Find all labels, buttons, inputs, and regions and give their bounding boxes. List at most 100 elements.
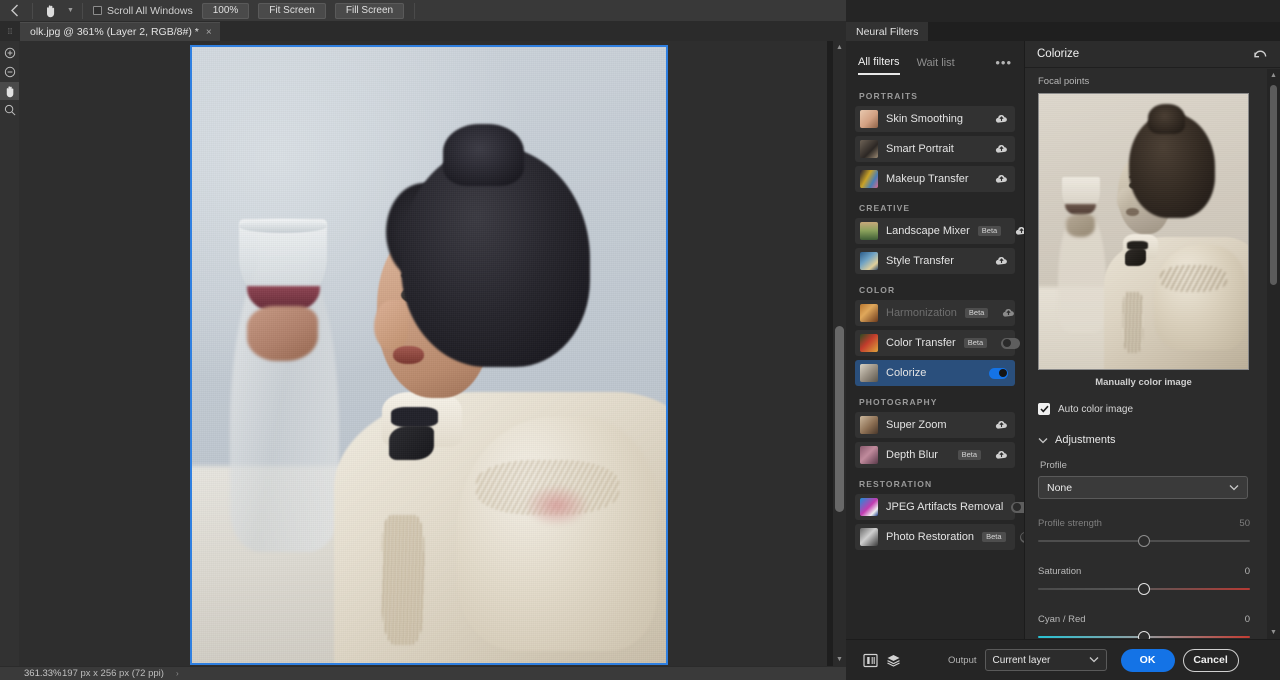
slider-track[interactable]	[1038, 583, 1250, 595]
slider-saturation[interactable]: Saturation 0	[1038, 566, 1250, 595]
filter-item-harmonization[interactable]: Harmonization Beta	[855, 300, 1015, 326]
filter-item-control[interactable]	[995, 113, 1008, 125]
filter-item-control[interactable]	[995, 449, 1008, 461]
beta-badge: Beta	[977, 225, 1002, 237]
photo-hat	[443, 124, 524, 186]
filter-toggle-switch[interactable]	[989, 367, 1008, 379]
filter-thumbnail-icon	[860, 446, 878, 464]
fit-screen-button[interactable]: Fit Screen	[258, 2, 326, 19]
ok-button[interactable]: OK	[1120, 648, 1175, 672]
photo-pink-accent	[523, 484, 591, 528]
tab-all-filters[interactable]: All filters	[858, 56, 900, 75]
zoom-level[interactable]: 361.33%	[0, 668, 62, 679]
reset-icon[interactable]	[1253, 48, 1268, 61]
back-button[interactable]	[0, 0, 28, 22]
download-cloud-icon[interactable]	[1002, 307, 1015, 319]
panel-tab-neural-filters[interactable]: Neural Filters	[846, 22, 929, 41]
document-tab-bar: ⁞⁞ olk.jpg @ 361% (Layer 2, RGB/8#) * ×	[0, 22, 846, 41]
split-preview-icon[interactable]	[858, 649, 882, 671]
download-cloud-icon[interactable]	[995, 143, 1008, 155]
profile-select[interactable]: None	[1038, 476, 1248, 499]
slider-track[interactable]	[1038, 535, 1250, 547]
scroll-up-icon[interactable]: ▲	[1267, 69, 1280, 82]
slider-value: 0	[1244, 566, 1250, 577]
canvas-area[interactable]	[19, 41, 827, 666]
scroll-down-icon[interactable]: ▼	[1267, 626, 1280, 639]
download-cloud-icon[interactable]	[995, 173, 1008, 185]
magnifier-tool-icon[interactable]	[0, 101, 19, 119]
filter-item-control[interactable]	[1001, 337, 1021, 349]
tab-wait-list[interactable]: Wait list	[917, 57, 955, 74]
adjustments-section-toggle[interactable]: Adjustments	[1038, 434, 1255, 446]
filter-item-super-zoom[interactable]: Super Zoom	[855, 412, 1015, 438]
scroll-all-windows-checkbox[interactable]: Scroll All Windows	[92, 5, 193, 17]
status-expand-icon[interactable]: ›	[164, 669, 179, 678]
hand-tool-icon[interactable]	[0, 82, 19, 100]
filter-item-skin-smoothing[interactable]: Skin Smoothing	[855, 106, 1015, 132]
focal-points-label: Focal points	[1038, 76, 1090, 87]
download-cloud-icon[interactable]	[995, 113, 1008, 125]
filter-item-smart-portrait[interactable]: Smart Portrait	[855, 136, 1015, 162]
properties-vertical-scrollbar[interactable]: ▲ ▼	[1267, 69, 1280, 639]
scroll-up-icon[interactable]: ▲	[833, 41, 846, 54]
canvas-vertical-scrollbar[interactable]: ▲ ▼	[833, 41, 846, 666]
filter-toggle-switch[interactable]	[1001, 337, 1021, 349]
download-cloud-icon[interactable]	[995, 255, 1008, 267]
filter-item-label: Skin Smoothing	[886, 113, 964, 125]
filter-item-control[interactable]	[995, 143, 1008, 155]
filter-item-control[interactable]	[995, 419, 1008, 431]
hand-tool-icon[interactable]	[37, 0, 63, 22]
slider-handle[interactable]	[1138, 535, 1150, 547]
filter-list-tabs: All filters Wait list •••	[846, 41, 1024, 76]
filter-thumbnail-icon	[860, 110, 878, 128]
focal-points-preview[interactable]	[1038, 93, 1249, 370]
filter-item-label: Harmonization	[886, 307, 957, 319]
close-icon[interactable]: ×	[206, 27, 212, 38]
divider	[414, 2, 416, 19]
slider-handle[interactable]	[1138, 631, 1150, 639]
auto-color-image-checkbox[interactable]: Auto color image	[1038, 403, 1255, 415]
slider-value: 50	[1239, 518, 1250, 529]
slider-cyan-red[interactable]: Cyan / Red 0	[1038, 614, 1250, 639]
zoom-out-tool-icon[interactable]	[0, 63, 19, 81]
slider-label: Cyan / Red	[1038, 614, 1086, 625]
tool-preset-chevron-down-icon[interactable]: ▼	[63, 7, 78, 14]
filter-item-control[interactable]	[995, 255, 1008, 267]
filter-thumbnail-icon	[860, 170, 878, 188]
filter-item-makeup-transfer[interactable]: Makeup Transfer	[855, 166, 1015, 192]
filter-group-heading: COLOR	[859, 285, 896, 295]
panel-options-icon[interactable]: •••	[995, 55, 1012, 76]
filter-item-control[interactable]	[995, 173, 1008, 185]
colorize-properties-column: Colorize Focal points Manually color ima…	[1024, 41, 1280, 639]
slider-track[interactable]	[1038, 631, 1250, 639]
properties-vscroll-thumb[interactable]	[1270, 85, 1277, 285]
slider-profile-strength[interactable]: Profile strength 50	[1038, 518, 1250, 547]
adjustments-label: Adjustments	[1055, 434, 1116, 446]
filter-item-control[interactable]	[989, 367, 1008, 379]
filter-item-colorize[interactable]: Colorize	[855, 360, 1015, 386]
preview-caption: Manually color image	[1095, 377, 1192, 388]
zoom-in-tool-icon[interactable]	[0, 44, 19, 62]
canvas-vscroll-thumb[interactable]	[835, 326, 844, 512]
filter-item-landscape-mixer[interactable]: Landscape Mixer Beta	[855, 218, 1028, 244]
scroll-down-icon[interactable]: ▼	[833, 653, 846, 666]
divider	[32, 2, 33, 19]
layers-icon[interactable]	[882, 649, 906, 671]
download-cloud-icon[interactable]	[995, 449, 1008, 461]
filter-item-color-transfer[interactable]: Color Transfer Beta	[855, 330, 1021, 356]
filter-item-jpeg-artifacts-removal[interactable]: JPEG Artifacts Removal	[855, 494, 1031, 520]
download-cloud-icon[interactable]	[995, 419, 1008, 431]
neural-filters-body: All filters Wait list ••• PORTRAITS Skin …	[846, 41, 1280, 639]
beta-badge: Beta	[963, 337, 988, 349]
fill-screen-button[interactable]: Fill Screen	[334, 2, 405, 19]
chevron-down-icon	[1229, 484, 1239, 491]
filter-item-photo-restoration[interactable]: Photo Restoration Beta	[855, 524, 1039, 550]
zoom-100-button[interactable]: 100%	[201, 2, 250, 19]
filter-item-control[interactable]	[1002, 307, 1015, 319]
filter-item-style-transfer[interactable]: Style Transfer	[855, 248, 1015, 274]
output-select[interactable]: Current layer	[984, 649, 1107, 671]
slider-handle[interactable]	[1138, 583, 1150, 595]
document-tab[interactable]: olk.jpg @ 361% (Layer 2, RGB/8#) * ×	[20, 22, 220, 41]
filter-item-depth-blur[interactable]: Depth Blur Beta	[855, 442, 1015, 468]
cancel-button[interactable]: Cancel	[1182, 648, 1239, 672]
